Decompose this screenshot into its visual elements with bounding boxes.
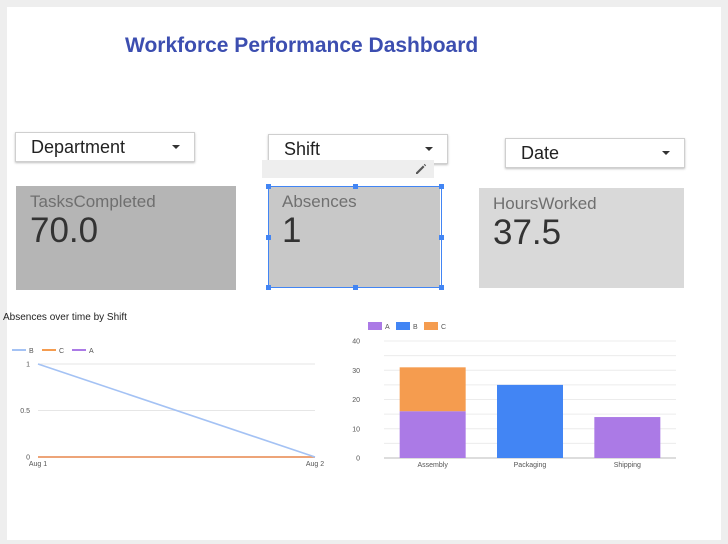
- legend-label: A: [89, 348, 94, 355]
- bar-A: [594, 417, 661, 458]
- scorecard-value: 1: [282, 211, 302, 250]
- legend-label: C: [441, 324, 446, 331]
- tasks-completed-scorecard[interactable]: TasksCompleted 70.0: [16, 186, 236, 290]
- legend-swatch: [396, 322, 410, 330]
- x-tick-label: Aug 2: [306, 461, 324, 468]
- resize-handle[interactable]: [353, 184, 358, 189]
- legend-label: B: [29, 348, 34, 355]
- legend-label: C: [59, 348, 64, 355]
- legend-label: A: [385, 324, 390, 331]
- date-filter-label: Date: [521, 142, 560, 163]
- chevron-down-icon: [172, 145, 180, 149]
- y-tick-label: 1: [26, 362, 30, 369]
- y-tick-label: 0: [356, 456, 360, 463]
- y-tick-label: 20: [352, 397, 360, 404]
- bar-C: [399, 367, 466, 412]
- resize-handle[interactable]: [266, 235, 271, 240]
- y-tick-label: 0.5: [20, 408, 30, 415]
- absences-line-chart[interactable]: B C A00.51Aug 1 Aug 2: [0, 338, 340, 478]
- x-tick-label: Packaging: [514, 462, 547, 469]
- y-tick-label: 30: [352, 368, 360, 375]
- resize-handle[interactable]: [353, 285, 358, 290]
- chevron-down-icon: [425, 147, 433, 151]
- stacked-bar-chart[interactable]: A B C 0 10 20 30 40 Assembly Packaging Shipping: [350, 315, 690, 480]
- date-filter[interactable]: Date: [505, 138, 685, 168]
- resize-handle[interactable]: [439, 184, 444, 189]
- y-tick-label: 10: [352, 426, 360, 433]
- scorecard-value: 70.0: [30, 211, 99, 250]
- x-tick-label: Shipping: [614, 462, 641, 469]
- scorecard-label: TasksCompleted: [30, 192, 156, 211]
- y-tick-label: 40: [352, 339, 360, 346]
- component-toolbar: [262, 160, 434, 178]
- legend-swatch: [424, 322, 438, 330]
- legend-label: B: [413, 324, 418, 331]
- pencil-icon[interactable]: [414, 162, 428, 176]
- scorecard-label: HoursWorked: [493, 194, 597, 213]
- resize-handle[interactable]: [266, 285, 271, 290]
- department-filter[interactable]: Department: [15, 132, 195, 162]
- chevron-down-icon: [662, 151, 670, 155]
- scorecard-label: Absences: [282, 192, 357, 211]
- x-tick-label: Assembly: [417, 462, 448, 469]
- hours-worked-scorecard[interactable]: HoursWorked 37.5: [479, 188, 684, 288]
- resize-handle[interactable]: [439, 235, 444, 240]
- shift-filter-label: Shift: [284, 138, 321, 159]
- resize-handle[interactable]: [266, 184, 271, 189]
- bar-A: [399, 411, 466, 458]
- page-title: Workforce Performance Dashboard: [125, 34, 479, 57]
- scorecard-value: 37.5: [493, 213, 562, 252]
- bar-B: [497, 384, 563, 458]
- x-tick-label: Aug 1: [29, 461, 47, 468]
- line-chart-title: Absences over time by Shift: [3, 312, 127, 323]
- department-filter-label: Department: [31, 136, 126, 157]
- legend-swatch: [368, 322, 382, 330]
- resize-handle[interactable]: [439, 285, 444, 290]
- absences-scorecard[interactable]: Absences 1: [268, 186, 440, 287]
